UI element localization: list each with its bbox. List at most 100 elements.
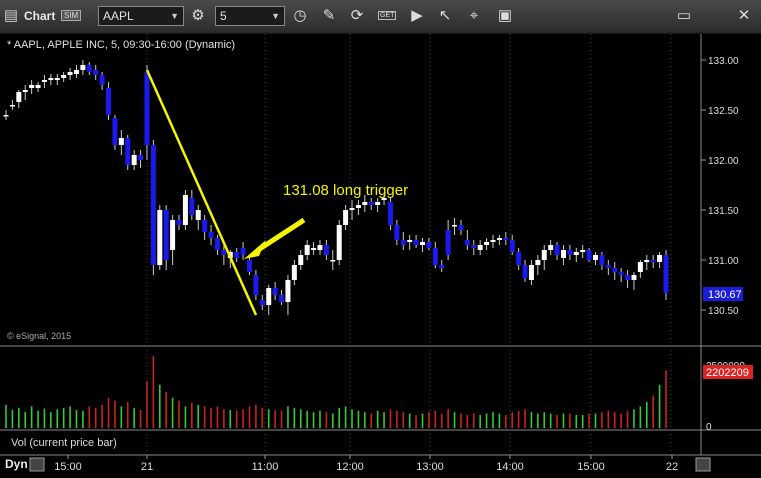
candle-body (484, 242, 490, 245)
candle-body (477, 245, 483, 250)
time-tick-label: 14:00 (496, 461, 524, 473)
volume-tick-zero: 0 (706, 422, 712, 433)
candle-body (452, 225, 458, 227)
price-tick-label: 130.50 (708, 306, 739, 317)
candle-body (368, 202, 374, 205)
candle-body (73, 70, 79, 74)
chart-header: * AAPL, APPLE INC, 5, 09:30-16:00 (Dynam… (7, 39, 235, 51)
candle-body (272, 288, 278, 295)
candle-body (458, 225, 464, 230)
price-chart[interactable]: 131.08 long trigger * AAPL, APPLE INC, 5… (0, 0, 761, 478)
scroll-end-icon[interactable] (695, 457, 711, 472)
candle-body (317, 245, 323, 250)
candle-body (663, 255, 669, 293)
candle-body (330, 260, 336, 262)
candle-body (407, 240, 413, 242)
candle-body (221, 250, 227, 255)
candle-body (573, 252, 579, 255)
time-tick-label: 15:00 (577, 461, 605, 473)
candle-body (16, 92, 22, 102)
dyn-label[interactable]: Dyn (5, 457, 28, 471)
candle-body (22, 90, 28, 92)
candle-body (567, 250, 573, 255)
candle-body (605, 265, 611, 268)
candle-body (131, 155, 137, 165)
annotation-label: 131.08 long trigger (283, 182, 408, 199)
candle-body (413, 240, 419, 245)
candle-body (150, 145, 156, 265)
candle-body (560, 250, 566, 258)
candle-body (54, 78, 60, 80)
volume-study-label: Vol (current price bar) (11, 437, 117, 449)
candle-body (323, 245, 329, 255)
candle-body (144, 72, 150, 145)
candle-body (400, 240, 406, 245)
candle-body (99, 75, 105, 85)
trend-line[interactable] (145, 69, 258, 316)
candle-body (106, 88, 112, 115)
candle-body (93, 70, 99, 75)
candle-body (157, 210, 163, 265)
candle-body (259, 300, 265, 305)
candle-body (29, 85, 35, 88)
price-tick-label: 131.50 (708, 206, 739, 217)
candle-body (208, 232, 214, 238)
time-tick-label: 12:00 (336, 461, 364, 473)
candle-body (86, 65, 92, 72)
candle-body (80, 65, 86, 70)
price-axis: 133.00 132.50 132.00 131.50 131.00 130.50 (701, 56, 739, 317)
volume-layer (5, 356, 667, 428)
candle-body (112, 118, 118, 145)
candle-body (471, 245, 477, 248)
time-tick-label: 13:00 (416, 461, 444, 473)
candle-body (202, 220, 208, 232)
candle-body (593, 255, 599, 260)
candle-body (509, 240, 515, 252)
candle-body (586, 250, 592, 260)
candle-body (580, 250, 586, 252)
last-volume-label: 2202209 (706, 367, 749, 379)
candle-body (125, 138, 131, 165)
candle-body (612, 268, 618, 272)
candle-body (170, 220, 176, 250)
esignal-watermark: © eSignal, 2015 (7, 331, 71, 341)
candle-body (138, 155, 144, 160)
candle-body (490, 240, 496, 242)
candle-body (554, 245, 560, 255)
candle-body (535, 260, 541, 265)
candle-body (214, 238, 220, 250)
candle-body (625, 275, 631, 280)
candle-body (291, 265, 297, 280)
price-tick-label: 132.00 (708, 156, 739, 167)
candle-body (439, 265, 445, 268)
candle-body (522, 265, 528, 278)
candle-body (637, 262, 643, 272)
candle-body (298, 255, 304, 265)
candle-body (618, 272, 624, 275)
candle-body (599, 255, 605, 265)
candle-body (311, 248, 317, 250)
last-price-label: 130.67 (708, 289, 742, 301)
candle-body (285, 280, 291, 302)
candle-body (240, 248, 246, 255)
candle-body (464, 240, 470, 245)
candle-body (48, 78, 54, 80)
candle-body (41, 80, 47, 82)
candle-body (657, 255, 663, 262)
time-tick-label: 21 (141, 461, 153, 473)
candle-body (420, 242, 426, 245)
candle-body (541, 250, 547, 260)
candle-body (304, 245, 310, 255)
candle-body (496, 238, 502, 240)
candle-body (375, 202, 381, 205)
candle-body (35, 85, 41, 88)
candle-body (516, 252, 522, 265)
dyn-lock-icon[interactable] (29, 457, 45, 472)
candle-body (246, 260, 252, 272)
time-tick-label: 15:00 (54, 461, 82, 473)
candle-body (548, 245, 554, 250)
candle-body (355, 205, 361, 208)
candle-body (426, 242, 432, 248)
candle-body (9, 105, 15, 107)
candle-body (387, 202, 393, 225)
